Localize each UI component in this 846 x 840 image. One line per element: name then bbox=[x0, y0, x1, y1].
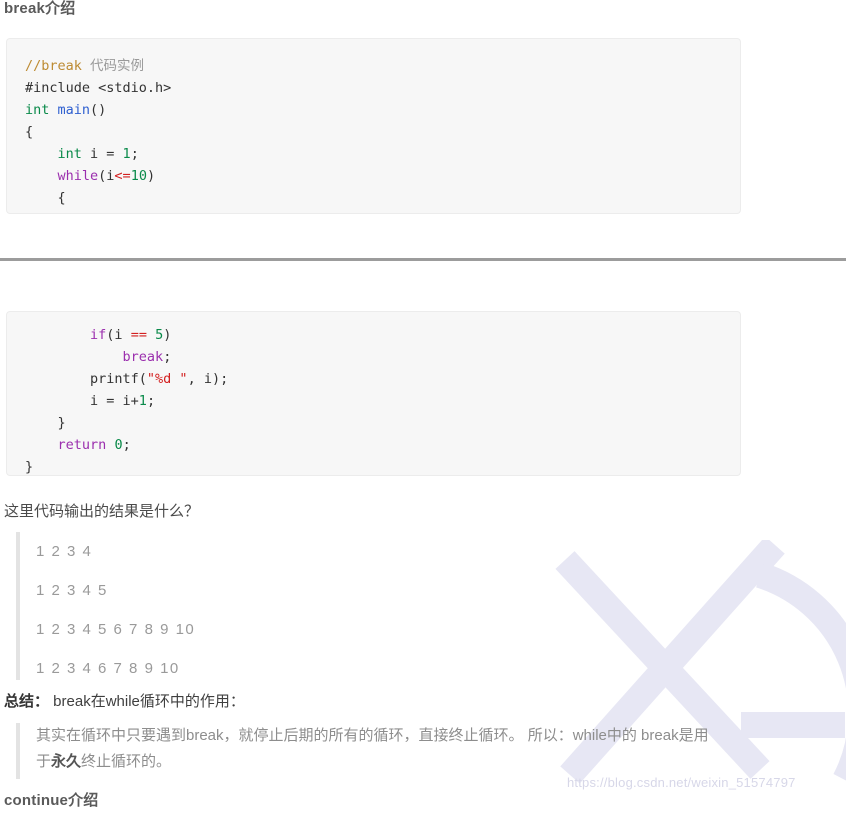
code-text-top: //break 代码实例 #include <stdio.h> int main… bbox=[7, 39, 740, 209]
answer-option: 1 2 3 4 6 7 8 9 10 bbox=[36, 660, 180, 677]
answer-option: 1 2 3 4 5 6 7 8 9 10 bbox=[36, 621, 196, 638]
code-token: 0 bbox=[114, 437, 123, 453]
summary-body-after: 终止循环的。 bbox=[81, 753, 172, 770]
code-token: ) bbox=[163, 327, 172, 343]
code-token: (i bbox=[98, 168, 115, 184]
code-token: () bbox=[90, 102, 107, 118]
heading-break-intro: break介绍 bbox=[4, 0, 76, 17]
code-token: 5 bbox=[155, 327, 164, 343]
code-token: ) bbox=[146, 168, 156, 184]
code-block-break-bottom[interactable]: if(i == 5) break; printf("%d ", i); i = … bbox=[6, 311, 741, 476]
summary-heading: 总结： break在while循环中的作用： bbox=[4, 690, 245, 711]
code-token: (i bbox=[106, 327, 131, 343]
code-token: int bbox=[25, 102, 58, 118]
code-token: , i); bbox=[187, 371, 229, 387]
section-divider bbox=[0, 258, 846, 261]
code-token: return bbox=[57, 437, 107, 453]
summary-body-text: 其实在循环中只要遇到break，就停止后期的所有的循环，直接终止循环。 所以：w… bbox=[36, 723, 716, 775]
code-token: while bbox=[57, 168, 99, 184]
code-token: main bbox=[57, 102, 91, 118]
code-token: ; bbox=[146, 393, 156, 409]
code-token: 10 bbox=[130, 168, 147, 184]
code-token: { bbox=[25, 190, 66, 206]
code-token: 1 bbox=[138, 393, 147, 409]
code-token: <= bbox=[114, 168, 131, 184]
summary-title: break在while循环中的作用： bbox=[49, 693, 245, 710]
answer-options-blockquote: 1 2 3 4 1 2 3 4 5 1 2 3 4 5 6 7 8 9 10 1 2 … bbox=[16, 532, 416, 680]
code-token: ; bbox=[122, 437, 131, 453]
code-token: } bbox=[25, 415, 66, 431]
code-token: int bbox=[25, 146, 91, 162]
code-token: "%d " bbox=[146, 371, 188, 387]
code-token: #include <stdio.h> bbox=[25, 80, 172, 96]
code-token: ; bbox=[163, 349, 172, 365]
code-token: } bbox=[25, 459, 34, 475]
code-token: //break bbox=[25, 58, 91, 74]
code-token: { bbox=[25, 124, 34, 140]
code-token: 1 bbox=[122, 146, 131, 162]
summary-lead: 总结： bbox=[4, 693, 50, 710]
code-text-bottom: if(i == 5) break; printf("%d ", i); i = … bbox=[7, 312, 740, 475]
code-token: ; bbox=[130, 146, 139, 162]
answer-option: 1 2 3 4 bbox=[36, 543, 93, 560]
summary-blockquote: 其实在循环中只要遇到break，就停止后期的所有的循环，直接终止循环。 所以：w… bbox=[16, 723, 716, 779]
summary-body-emphasis: 永久 bbox=[51, 753, 82, 770]
code-token: 代码实例 bbox=[90, 58, 145, 74]
code-token: printf( bbox=[25, 371, 147, 387]
code-token: i = i+ bbox=[25, 393, 139, 409]
article-body: break介绍 //break 代码实例 #include <stdio.h> … bbox=[0, 0, 846, 809]
code-token: break bbox=[122, 349, 164, 365]
question-text: 这里代码输出的结果是什么？ bbox=[4, 503, 200, 520]
code-token: i = bbox=[90, 146, 123, 162]
code-block-break-top[interactable]: //break 代码实例 #include <stdio.h> int main… bbox=[6, 38, 741, 214]
heading-continue-intro: continue介绍 bbox=[4, 792, 99, 809]
code-token: if bbox=[90, 327, 107, 343]
answer-option: 1 2 3 4 5 bbox=[36, 582, 108, 599]
code-token: == bbox=[130, 327, 147, 343]
